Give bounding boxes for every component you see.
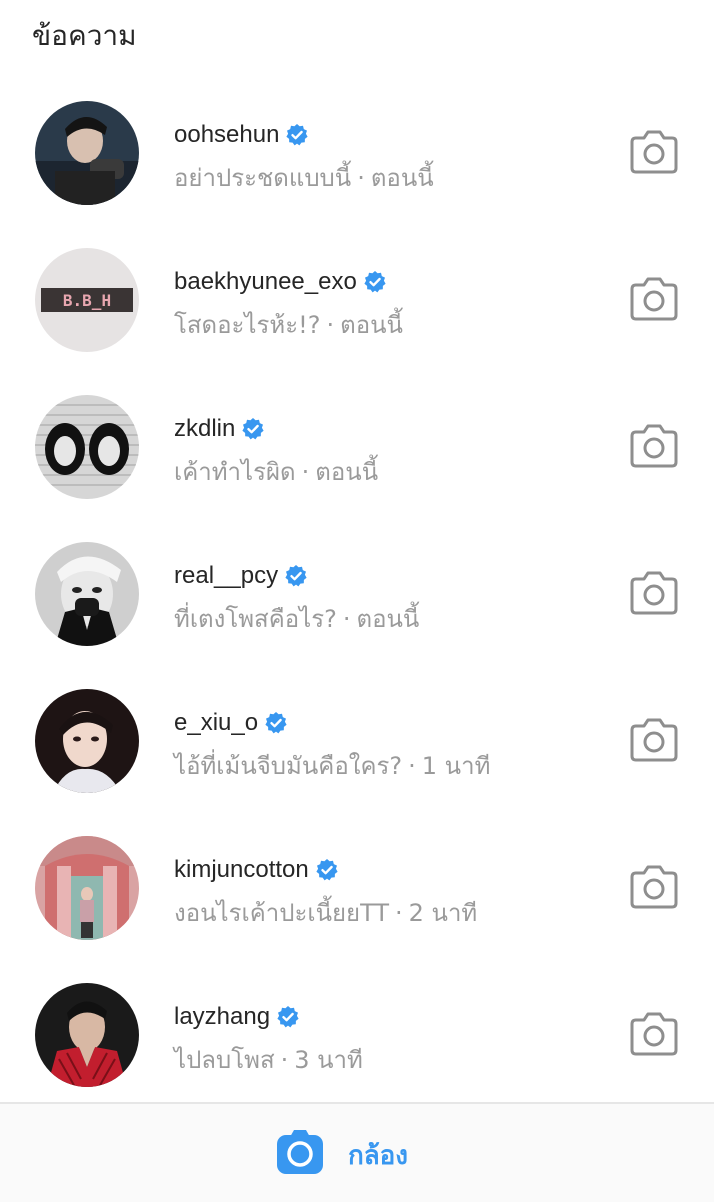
thread-list: oohsehun อย่าประชดแบบนี้ · ตอนนี้ B.B_H ba… <box>0 80 714 1109</box>
header: ข้อความ <box>0 0 714 72</box>
camera-icon[interactable] <box>628 1012 680 1056</box>
thread-item[interactable]: kimjuncotton งอนไรเค้าปะเนี้ยยTT · 2 นาที <box>0 815 714 962</box>
thread-item[interactable]: e_xiu_o ไอ้ที่เม้นจีบมันคือใคร? · 1 นาที <box>0 668 714 815</box>
camera-icon[interactable] <box>628 718 680 762</box>
avatar[interactable] <box>35 395 139 499</box>
message-text: เค้าทำไรผิด <box>174 458 296 486</box>
thread-item[interactable]: oohsehun อย่าประชดแบบนี้ · ตอนนี้ <box>0 80 714 227</box>
avatar[interactable] <box>35 542 139 646</box>
separator: · <box>301 458 310 486</box>
username: layzhang <box>174 1003 271 1030</box>
message-preview: อย่าประชดแบบนี้ · ตอนนี้ <box>174 158 434 197</box>
verified-badge-icon <box>265 712 287 734</box>
message-preview: เค้าทำไรผิด · ตอนนี้ <box>174 452 378 491</box>
message-time: ตอนนี้ <box>356 605 420 633</box>
message-time: ตอนนี้ <box>340 311 403 339</box>
username: e_xiu_o <box>174 709 259 736</box>
camera-icon[interactable] <box>628 424 680 468</box>
verified-badge-icon <box>277 1006 299 1028</box>
username: oohsehun <box>174 121 280 148</box>
avatar[interactable] <box>35 983 139 1087</box>
message-time: ตอนนี้ <box>370 164 434 192</box>
thread-item[interactable]: real__pcy ที่เตงโพสคือไร? · ตอนนี้ <box>0 521 714 668</box>
thread-item[interactable]: B.B_H baekhyunee_exo โสดอะไรห้ะ!? · ตอนนี้ <box>0 227 714 374</box>
message-text: ที่เตงโพสคือไร? <box>174 605 337 633</box>
camera-icon[interactable] <box>628 277 680 321</box>
avatar[interactable]: B.B_H <box>35 248 139 352</box>
separator: · <box>395 899 403 927</box>
message-text: ไอ้ที่เม้นจีบมันคือใคร? <box>174 752 403 780</box>
username: kimjuncotton <box>174 856 309 883</box>
verified-badge-icon <box>316 859 338 881</box>
name-row: e_xiu_o <box>174 706 288 740</box>
thread-item[interactable]: zkdlin เค้าทำไรผิด · ตอนนี้ <box>0 374 714 521</box>
message-time: 2 นาที <box>408 899 478 927</box>
avatar-logo-text: B.B_H <box>63 291 111 310</box>
message-preview: ไปลบโพส · 3 นาที <box>174 1040 363 1079</box>
camera-icon[interactable] <box>628 865 680 909</box>
separator: · <box>342 605 351 633</box>
name-row: layzhang <box>174 1000 300 1034</box>
name-row: kimjuncotton <box>174 853 339 887</box>
name-row: zkdlin <box>174 412 265 446</box>
username: zkdlin <box>174 415 236 442</box>
verified-badge-icon <box>286 124 309 146</box>
avatar[interactable] <box>35 836 139 940</box>
camera-icon[interactable] <box>628 130 680 174</box>
separator: · <box>408 752 416 780</box>
name-row: baekhyunee_exo <box>174 265 387 299</box>
message-time: ตอนนี้ <box>315 458 379 486</box>
name-row: real__pcy <box>174 559 308 593</box>
avatar[interactable] <box>35 101 139 205</box>
verified-badge-icon <box>242 418 264 440</box>
message-text: โสดอะไรห้ะ!? <box>174 311 321 339</box>
avatar[interactable] <box>35 689 139 793</box>
message-preview: ที่เตงโพสคือไร? · ตอนนี้ <box>174 599 419 638</box>
message-time: 1 นาที <box>421 752 491 780</box>
verified-badge-icon <box>364 271 386 293</box>
thread-item[interactable]: layzhang ไปลบโพส · 3 นาที <box>0 962 714 1109</box>
camera-icon[interactable] <box>276 1129 324 1175</box>
message-preview: งอนไรเค้าปะเนี้ยยTT · 2 นาที <box>174 893 477 932</box>
name-row: oohsehun <box>174 118 309 152</box>
message-preview: โสดอะไรห้ะ!? · ตอนนี้ <box>174 305 403 344</box>
camera-icon[interactable] <box>628 571 680 615</box>
page-title: ข้อความ <box>32 19 137 52</box>
verified-badge-icon <box>285 565 307 587</box>
message-text: อย่าประชดแบบนี้ <box>174 164 352 192</box>
bottom-camera-bar[interactable]: กล้อง <box>0 1102 714 1202</box>
username: real__pcy <box>174 562 279 589</box>
username: baekhyunee_exo <box>174 268 357 295</box>
message-text: ไปลบโพส <box>174 1046 275 1074</box>
message-text: งอนไรเค้าปะเนี้ยยTT <box>174 899 389 927</box>
message-time: 3 นาที <box>294 1046 363 1074</box>
message-preview: ไอ้ที่เม้นจีบมันคือใคร? · 1 นาที <box>174 746 490 785</box>
separator: · <box>280 1046 289 1074</box>
separator: · <box>357 164 365 192</box>
camera-label[interactable]: กล้อง <box>348 1135 408 1176</box>
separator: · <box>326 311 335 339</box>
